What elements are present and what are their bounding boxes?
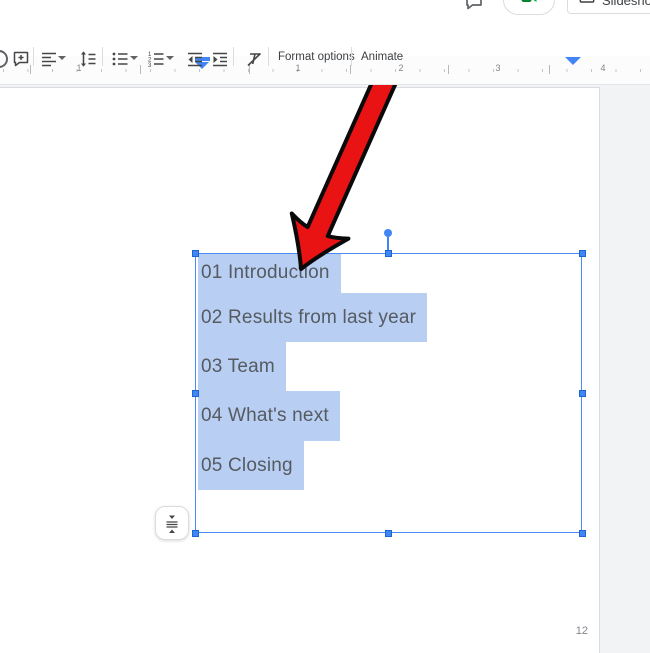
slideshow-label: Slideshow	[602, 0, 650, 8]
format-options-button[interactable]: Format options	[278, 51, 355, 63]
add-comment-icon	[12, 50, 30, 68]
bulleted-list-icon	[111, 50, 129, 68]
ruler-tick	[350, 65, 351, 74]
toolbar: 1 2 3 Format options Animate	[0, 15, 650, 56]
right-indent-marker[interactable]	[565, 57, 581, 65]
handle-top-center[interactable]	[385, 250, 392, 257]
align-dropdown-caret[interactable]	[58, 56, 66, 60]
handle-bottom-right[interactable]	[579, 530, 586, 537]
svg-text:3: 3	[148, 63, 152, 68]
ruler-ticks	[3, 69, 650, 72]
meet-icon	[519, 0, 539, 12]
ruler-number: 4	[600, 63, 605, 73]
handle-bottom-center[interactable]	[385, 530, 392, 537]
ruler-number: 1	[295, 63, 300, 73]
toolbar-separator	[33, 47, 34, 66]
vertical-align-button[interactable]	[155, 506, 189, 540]
numbered-list-dropdown-caret[interactable]	[166, 56, 174, 60]
handle-bottom-left[interactable]	[192, 530, 199, 537]
meet-button[interactable]	[503, 0, 555, 15]
animate-button[interactable]: Animate	[361, 51, 403, 63]
toolbar-separator	[268, 47, 269, 66]
ruler-number: 2	[398, 63, 403, 73]
handle-top-left[interactable]	[192, 250, 199, 257]
top-app-bar: Slideshow	[0, 0, 650, 15]
textbox-selection-frame[interactable]	[195, 253, 582, 533]
line-spacing-icon	[79, 50, 97, 68]
rotation-handle[interactable]	[384, 229, 392, 237]
clear-formatting-icon	[245, 50, 263, 68]
numbered-list-icon: 1 2 3	[147, 50, 165, 68]
ruler-tick	[448, 65, 449, 74]
ruler-number: 3	[495, 63, 500, 73]
present-icon	[579, 0, 595, 11]
decrease-indent-icon	[186, 50, 204, 68]
align-left-icon	[40, 50, 58, 68]
clear-formatting-button[interactable]	[242, 47, 266, 71]
vertical-align-middle-icon	[162, 512, 182, 534]
toolbar-separator	[351, 47, 352, 66]
handle-top-right[interactable]	[579, 250, 586, 257]
toolbar-separator	[233, 47, 234, 66]
slideshow-button[interactable]: Slideshow	[567, 0, 650, 14]
bulleted-list-dropdown-caret[interactable]	[130, 56, 138, 60]
line-spacing-button[interactable]	[76, 47, 100, 71]
numbered-list-button[interactable]: 1 2 3	[144, 47, 168, 71]
ruler-tick	[140, 65, 141, 74]
add-comment-button[interactable]	[9, 47, 33, 71]
increase-indent-icon	[211, 50, 229, 68]
comments-icon[interactable]	[464, 0, 484, 16]
toolbar-separator	[102, 47, 103, 66]
increase-indent-button[interactable]	[208, 47, 232, 71]
ruler-tick	[549, 65, 550, 74]
decrease-indent-button[interactable]	[183, 47, 207, 71]
slide-page-number: 12	[560, 625, 588, 637]
handle-middle-right[interactable]	[579, 390, 586, 397]
bulleted-list-button[interactable]	[108, 47, 132, 71]
handle-middle-left[interactable]	[192, 390, 199, 397]
